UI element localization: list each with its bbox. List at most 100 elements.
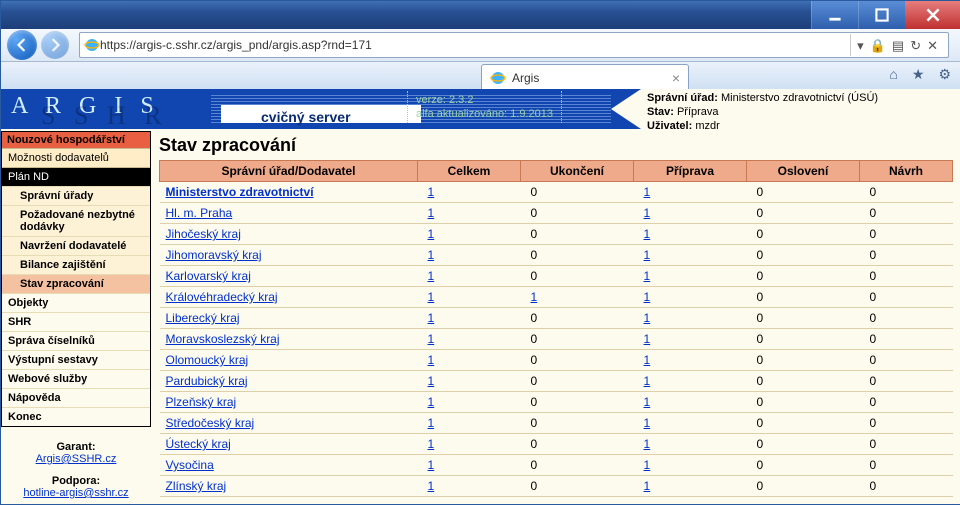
sidebar-sub-pozadovane[interactable]: Požadované nezbytné dodávky bbox=[2, 205, 150, 236]
value-link[interactable]: 1 bbox=[428, 227, 435, 241]
value-link[interactable]: 1 bbox=[644, 353, 651, 367]
tab-close-icon[interactable]: × bbox=[672, 70, 680, 86]
sidebar-sub-navrzeni[interactable]: Navržení dodavatelé bbox=[2, 236, 150, 255]
value-link[interactable]: 1 bbox=[644, 311, 651, 325]
value-link[interactable]: 1 bbox=[428, 206, 435, 220]
value-link[interactable]: 1 bbox=[428, 458, 435, 472]
value-link[interactable]: 1 bbox=[644, 290, 651, 304]
th-osloveni: Oslovení bbox=[747, 161, 860, 182]
office-link[interactable]: Zlínský kraj bbox=[166, 479, 227, 493]
value-link[interactable]: 1 bbox=[428, 290, 435, 304]
value-link[interactable]: 1 bbox=[644, 332, 651, 346]
url-input[interactable] bbox=[100, 38, 850, 52]
value-link[interactable]: 1 bbox=[644, 395, 651, 409]
table-row: Plzeňský kraj10100 bbox=[160, 392, 953, 413]
value-link[interactable]: 1 bbox=[428, 479, 435, 493]
value-link[interactable]: 1 bbox=[644, 227, 651, 241]
sidebar-item-shr[interactable]: SHR bbox=[2, 312, 150, 331]
value-link[interactable]: 1 bbox=[428, 416, 435, 430]
cell-value: 1 bbox=[418, 455, 521, 476]
nav-back-button[interactable] bbox=[7, 30, 37, 60]
table-row: Ústecký kraj10100 bbox=[160, 434, 953, 455]
sidebar-item-objekty[interactable]: Objekty bbox=[2, 293, 150, 312]
value-link[interactable]: 1 bbox=[644, 185, 651, 199]
sidebar-item-sprava[interactable]: Správa číselníků bbox=[2, 331, 150, 350]
office-link[interactable]: Královéhradecký kraj bbox=[166, 290, 278, 304]
table-row: Středočeský kraj10100 bbox=[160, 413, 953, 434]
office-link[interactable]: Pardubický kraj bbox=[166, 374, 248, 388]
favorites-icon[interactable]: ★ bbox=[912, 66, 925, 83]
value-link[interactable]: 1 bbox=[531, 290, 538, 304]
garant-link[interactable]: Argis@SSHR.cz bbox=[36, 453, 117, 465]
value-link[interactable]: 1 bbox=[644, 374, 651, 388]
value-link[interactable]: 1 bbox=[428, 353, 435, 367]
compat-icon[interactable]: ▤ bbox=[892, 39, 904, 52]
office-link[interactable]: Liberecký kraj bbox=[166, 311, 240, 325]
value-link[interactable]: 1 bbox=[644, 248, 651, 262]
stop-icon[interactable]: ✕ bbox=[927, 39, 938, 52]
sidebar-sub-stav[interactable]: Stav zpracování bbox=[2, 274, 150, 293]
info-state-value: Příprava bbox=[677, 106, 719, 118]
office-link[interactable]: Hl. m. Praha bbox=[166, 206, 233, 220]
sidebar-sub-spravni[interactable]: Správní úřady bbox=[2, 186, 150, 205]
value-link[interactable]: 1 bbox=[644, 269, 651, 283]
value-link[interactable]: 1 bbox=[428, 185, 435, 199]
sidebar-item-plan[interactable]: Plán ND bbox=[2, 167, 150, 186]
home-icon[interactable]: ⌂ bbox=[889, 66, 897, 83]
value-link[interactable]: 1 bbox=[428, 437, 435, 451]
office-link[interactable]: Ministerstvo zdravotnictví bbox=[166, 185, 314, 199]
sidebar-item-konec[interactable]: Konec bbox=[2, 407, 150, 426]
podpora-label: Podpora: bbox=[52, 475, 100, 487]
cell-value: 0 bbox=[747, 371, 860, 392]
value-link[interactable]: 1 bbox=[428, 332, 435, 346]
value-link[interactable]: 1 bbox=[428, 374, 435, 388]
tools-icon[interactable]: ⚙ bbox=[938, 66, 951, 83]
sidebar-footer: Garant: Argis@SSHR.cz Podpora: hotline-a… bbox=[1, 441, 151, 499]
window-minimize-button[interactable] bbox=[811, 1, 858, 29]
podpora-link[interactable]: hotline-argis@sshr.cz bbox=[23, 487, 128, 499]
value-link[interactable]: 1 bbox=[428, 311, 435, 325]
window-close-button[interactable] bbox=[905, 1, 960, 29]
refresh-icon[interactable]: ↻ bbox=[910, 39, 921, 52]
value-link[interactable]: 1 bbox=[428, 248, 435, 262]
table-row: Ministerstvo zdravotnictví10100 bbox=[160, 182, 953, 203]
nav-forward-button[interactable] bbox=[41, 31, 69, 59]
sidebar-item-web[interactable]: Webové služby bbox=[2, 369, 150, 388]
office-link[interactable]: Karlovarský kraj bbox=[166, 269, 251, 283]
sidebar-item-moznosti[interactable]: Možnosti dodavatelů bbox=[2, 148, 150, 167]
sidebar-item-vystup[interactable]: Výstupní sestavy bbox=[2, 350, 150, 369]
cell-value: 0 bbox=[521, 392, 634, 413]
office-link[interactable]: Středočeský kraj bbox=[166, 416, 255, 430]
browser-tab[interactable]: Argis × bbox=[481, 64, 689, 90]
value-link[interactable]: 1 bbox=[644, 437, 651, 451]
sidebar-sub-bilance[interactable]: Bilance zajištění bbox=[2, 255, 150, 274]
address-bar[interactable]: ▾ 🔒 ▤ ↻ ✕ bbox=[79, 32, 949, 58]
sidebar-item-napoveda[interactable]: Nápověda bbox=[2, 388, 150, 407]
value-link[interactable]: 1 bbox=[428, 269, 435, 283]
tab-favicon bbox=[490, 70, 506, 86]
window-maximize-button[interactable] bbox=[858, 1, 905, 29]
office-link[interactable]: Plzeňský kraj bbox=[166, 395, 237, 409]
office-link[interactable]: Jihočeský kraj bbox=[166, 227, 241, 241]
cell-value: 0 bbox=[521, 476, 634, 497]
cell-value: 0 bbox=[747, 350, 860, 371]
value-link[interactable]: 1 bbox=[644, 458, 651, 472]
office-link[interactable]: Jihomoravský kraj bbox=[166, 248, 262, 262]
value-link[interactable]: 1 bbox=[644, 206, 651, 220]
value-link[interactable]: 1 bbox=[644, 479, 651, 493]
cell-value: 0 bbox=[860, 308, 953, 329]
dropdown-icon[interactable]: ▾ bbox=[857, 39, 864, 52]
th-celkem: Celkem bbox=[418, 161, 521, 182]
value-link[interactable]: 1 bbox=[644, 416, 651, 430]
address-tools: ▾ 🔒 ▤ ↻ ✕ bbox=[850, 34, 944, 56]
office-link[interactable]: Moravskoslezský kraj bbox=[166, 332, 280, 346]
value-link[interactable]: 1 bbox=[428, 395, 435, 409]
cell-value: 1 bbox=[418, 245, 521, 266]
cell-value: 0 bbox=[521, 434, 634, 455]
office-link[interactable]: Ústecký kraj bbox=[166, 437, 231, 451]
cell-value: 1 bbox=[634, 434, 747, 455]
ie-icon bbox=[84, 37, 100, 53]
table-row: Hl. m. Praha10100 bbox=[160, 203, 953, 224]
office-link[interactable]: Vysočina bbox=[166, 458, 214, 472]
office-link[interactable]: Olomoucký kraj bbox=[166, 353, 249, 367]
